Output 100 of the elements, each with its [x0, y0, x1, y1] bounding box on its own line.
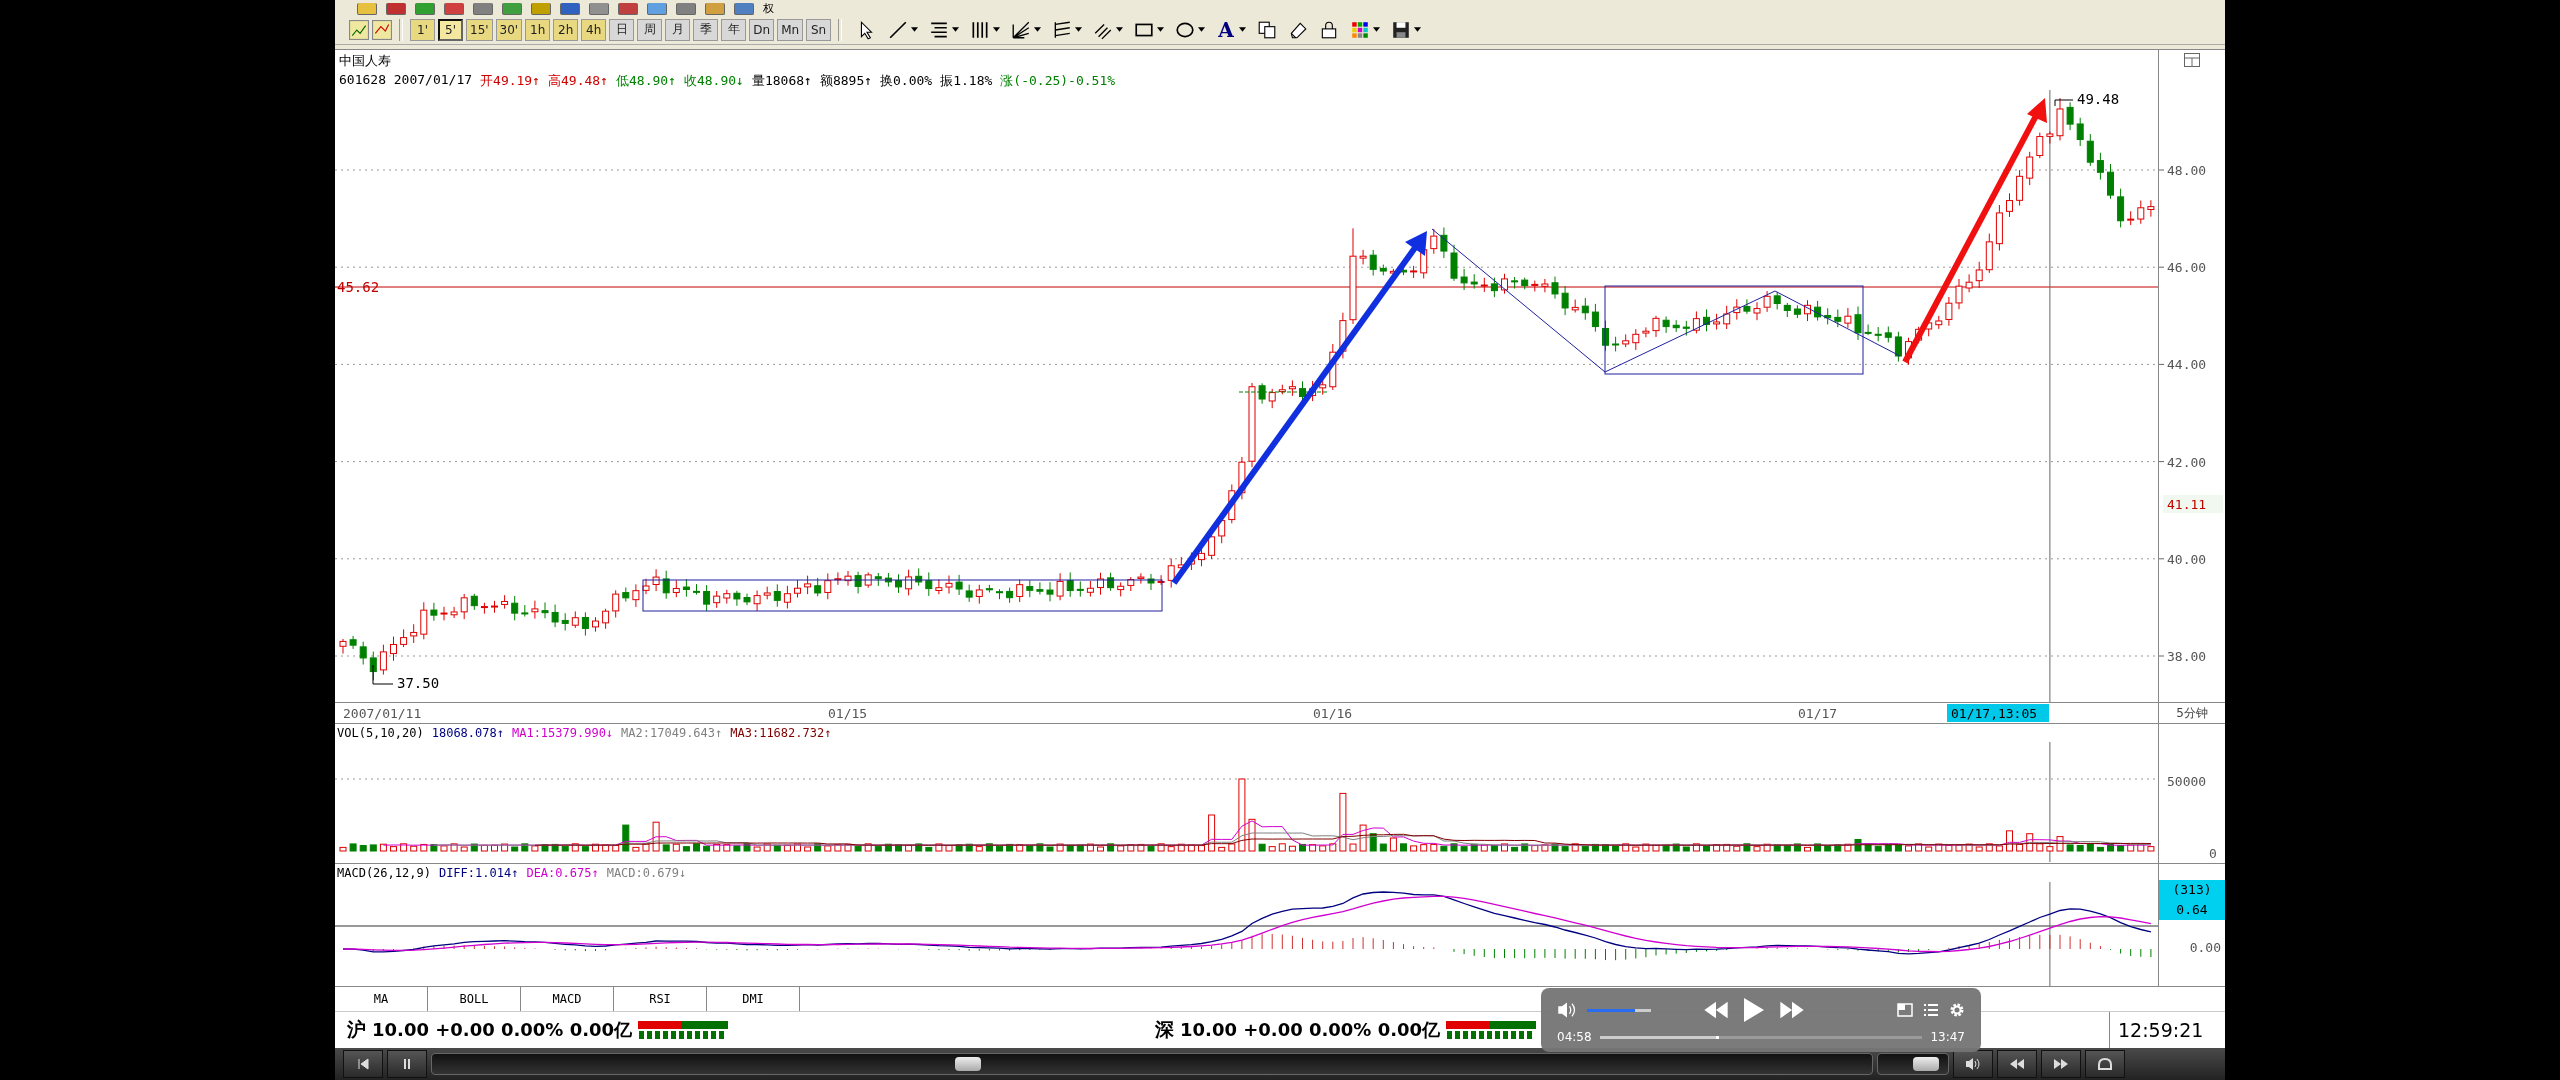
period-button[interactable]: 30' [495, 18, 523, 41]
quote-field: 振1.18% [940, 72, 993, 90]
caret-icon[interactable] [1157, 27, 1165, 32]
price-tick: 40.00 [2167, 551, 2207, 567]
vertical-lines-icon[interactable] [970, 19, 991, 40]
volume-tick: 0 [2209, 846, 2217, 861]
macd-tick: 0.00 [2189, 940, 2221, 955]
quote-field: 涨(-0.25)-0.51% [1000, 72, 1116, 90]
price-tick: 42.00 [2167, 454, 2207, 470]
price-tick: 44.00 [2167, 357, 2207, 373]
period-label: 5分钟 [2176, 704, 2208, 722]
period-button[interactable]: 周 [637, 18, 663, 41]
indicator-value: DIFF:1.014↑ [438, 865, 519, 880]
volume-slider[interactable] [1877, 1053, 1949, 1075]
indicator-value: MA3:11682.732↑ [730, 726, 832, 740]
period-button[interactable]: Dn [749, 18, 775, 41]
period-button[interactable]: 季 [693, 18, 719, 41]
date-label: 01/16 [1313, 706, 1353, 721]
quote-field: 高49.48↑ [548, 72, 608, 90]
low-price-label: 37.50 [372, 664, 440, 691]
period-button[interactable]: 15' [466, 18, 493, 41]
date-label: 01/15 [828, 706, 868, 721]
copy-icon[interactable] [1256, 19, 1277, 40]
toolbar-label[interactable]: 权 [763, 3, 774, 15]
quote-field: 收48.90↓ [683, 72, 744, 90]
period-button[interactable]: 年 [721, 18, 747, 41]
save-icon[interactable] [1390, 19, 1411, 40]
date-label: 01/17 [1798, 706, 1838, 721]
progress-slider[interactable] [1599, 1035, 1923, 1039]
palette-icon[interactable] [1349, 19, 1370, 40]
market-breadth-icon [1446, 1020, 1537, 1040]
period-button[interactable]: Mn [777, 18, 804, 41]
picture-in-picture-icon[interactable] [1897, 1003, 1913, 1017]
quote-field: 601628 2007/01/17 [339, 72, 473, 90]
high-price-label: 49.48 [2054, 91, 2120, 107]
price-tick: 46.00 [2167, 260, 2207, 276]
caret-icon[interactable] [1413, 27, 1421, 32]
period-button[interactable]: 2h [553, 18, 579, 41]
caret-icon[interactable] [1075, 27, 1083, 32]
speaker-icon[interactable] [1557, 1001, 1577, 1019]
settings-icon[interactable] [1949, 1002, 1965, 1018]
list-icon[interactable] [1923, 1003, 1939, 1017]
seek-slider[interactable] [431, 1053, 1873, 1075]
market-summary: 10.00 +0.00 0.00% 0.00亿 [1180, 1018, 1441, 1042]
indicator-value: DEA:0.675↑ [526, 865, 599, 880]
caret-icon[interactable] [993, 27, 1001, 32]
caret-icon[interactable] [1198, 27, 1206, 32]
text-tool-button[interactable]: A [1216, 17, 1236, 42]
slider-thumb[interactable] [955, 1057, 982, 1071]
rewind-icon [2009, 1058, 2025, 1070]
indicator-title: MACD(26,12,9) [337, 865, 431, 880]
caret-icon[interactable] [1238, 27, 1246, 32]
quote-field: 额8895↑ [819, 72, 873, 90]
line-chart-icon[interactable] [372, 19, 392, 40]
volume-button[interactable] [1953, 1050, 1993, 1078]
volume-tick: 50000 [2167, 774, 2207, 789]
layout-icon[interactable] [2184, 53, 2200, 67]
parallel-lines-icon[interactable] [1052, 19, 1073, 40]
cursor-time-label: 01/17,13:05 [1947, 704, 2049, 722]
period-button[interactable]: 1h [525, 18, 551, 41]
reference-price-label: 45.62 [337, 279, 380, 295]
indicator-value: MACD:0.679↓ [606, 865, 687, 880]
fan-icon[interactable] [1011, 19, 1032, 40]
stock-name: 中国人寿 [339, 52, 392, 70]
skip-back-button[interactable] [343, 1050, 383, 1078]
period-button[interactable]: 1' [410, 18, 435, 41]
caret-icon[interactable] [1116, 27, 1124, 32]
quote-field: 换0.00% [880, 72, 933, 90]
rewind-button[interactable] [1997, 1050, 2037, 1078]
caret-icon[interactable] [1372, 27, 1380, 32]
period-button[interactable]: Sn [806, 18, 832, 41]
caret-icon[interactable] [1034, 27, 1042, 32]
market-name: 沪 [347, 1017, 366, 1042]
skip-back-icon [357, 1058, 369, 1070]
last-price-label: 41.11 [2163, 495, 2223, 513]
total-time: 13:47 [1930, 1030, 1965, 1044]
caret-icon[interactable] [952, 27, 960, 32]
period-button[interactable]: 4h [581, 18, 607, 41]
period-button[interactable]: 5' [438, 18, 463, 41]
speaker-icon [1965, 1057, 1981, 1071]
period-button[interactable]: 月 [665, 18, 691, 41]
elapsed-time: 04:58 [1557, 1030, 1592, 1044]
indicator-value: 18068.078↑ [431, 726, 504, 740]
pause-button[interactable] [387, 1050, 427, 1078]
caret-icon[interactable] [911, 27, 919, 32]
toolbar-icon[interactable] [357, 3, 377, 15]
pause-icon [401, 1058, 413, 1070]
fast-forward-button[interactable] [2041, 1050, 2081, 1078]
market-summary: 10.00 +0.00 0.00% 0.00亿 [372, 1018, 633, 1042]
quote-field: 开49.19↑ [480, 72, 541, 90]
fast-forward-icon [2053, 1058, 2069, 1070]
volume-slider[interactable] [1587, 1008, 1651, 1012]
slider-thumb[interactable] [1913, 1057, 1940, 1071]
eject-button[interactable] [2085, 1050, 2125, 1078]
line-icon[interactable] [888, 19, 909, 40]
period-button[interactable]: 日 [609, 18, 635, 41]
eject-icon [2096, 1057, 2114, 1071]
market-name: 深 [1155, 1017, 1174, 1042]
cursor-value-label: (313) 0.64 [2159, 880, 2225, 920]
price-tick: 48.00 [2167, 163, 2207, 178]
